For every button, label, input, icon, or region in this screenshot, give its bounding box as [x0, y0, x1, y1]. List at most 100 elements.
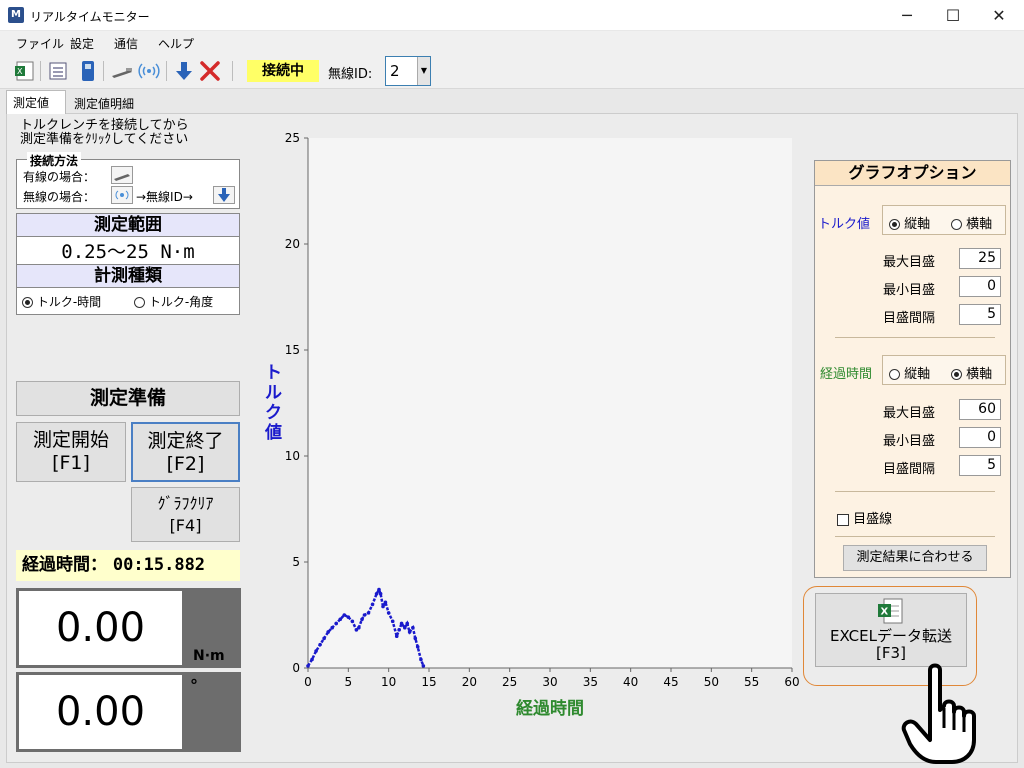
gridlines-checkbox[interactable]: 目盛線 [837, 508, 892, 527]
divider [835, 536, 995, 537]
torque-min-input[interactable]: 0 [959, 276, 1001, 297]
time-vertical-radio[interactable]: 縦軸 [889, 363, 930, 382]
tab-measurement-detail[interactable]: 測定値明細 [68, 92, 148, 113]
start-button-label: 測定開始 [32, 429, 109, 451]
time-max-input[interactable]: 60 [959, 399, 1001, 420]
stop-button-label: 測定終了 [147, 430, 224, 452]
range-heading: 測定範囲 [17, 213, 239, 237]
start-button[interactable]: 測定開始 [F1] [16, 422, 126, 482]
data-point [411, 625, 415, 630]
close-button[interactable]: ✕ [976, 0, 1022, 31]
chevron-down-icon[interactable]: ▼ [417, 57, 430, 85]
wireless-icon[interactable] [137, 59, 161, 83]
y-axis-title-char: ル [265, 383, 282, 403]
time-interval-label: 目盛間隔 [883, 462, 936, 477]
torque-min-label: 最小目盛 [883, 283, 936, 298]
radio-torque-time[interactable]: トルク-時間 [22, 293, 101, 310]
data-point [322, 636, 326, 641]
wired-wrench-icon[interactable] [110, 59, 134, 83]
y-tick-label: 0 [292, 661, 300, 675]
torque-vertical-label: 縦軸 [904, 217, 931, 232]
torque-readout: 0.00 N·m [16, 588, 241, 668]
menu-settings[interactable]: 設定 [70, 35, 94, 52]
radio-torque-time-label: トルク-時間 [36, 295, 102, 309]
data-point [346, 615, 351, 619]
data-point [360, 617, 364, 622]
toolbar: X [0, 53, 1024, 89]
torque-time-chart: 0 5 10 15 20 25 0 5 10 15 20 25 30 35 40 45 50 55 60 経過時間 トル… [264, 131, 800, 719]
torque-horizontal-radio[interactable]: 横軸 [951, 213, 992, 232]
time-min-input[interactable]: 0 [959, 427, 1001, 448]
data-point [378, 592, 383, 596]
radio-selected-icon [22, 297, 33, 308]
menu-bar: ファイル 設定 通信 ヘルプ [0, 31, 1024, 53]
maximize-button[interactable]: ☐ [930, 0, 976, 31]
x-tick-label: 60 [784, 675, 799, 689]
time-vertical-label: 縦軸 [904, 367, 931, 382]
radio-unselected-icon [134, 297, 145, 308]
excel-transfer-key: [F3] [876, 644, 906, 662]
prepare-button[interactable]: 測定準備 [16, 381, 240, 416]
torque-max-label: 最大目盛 [883, 255, 936, 270]
excel-transfer-text: EXCELデータ転送 [830, 627, 952, 645]
list-icon[interactable] [46, 59, 70, 83]
instruction-line-1: トルクレンチを接続してから [20, 118, 189, 133]
divider [835, 337, 995, 338]
data-point [399, 621, 404, 626]
data-point [310, 657, 314, 662]
toolbar-separator [232, 61, 233, 81]
data-point [415, 645, 420, 649]
y-tick-label: 25 [285, 131, 300, 145]
graph-clear-key: [F4] [169, 516, 202, 535]
data-point [405, 621, 410, 626]
time-interval-input[interactable]: 5 [959, 455, 1001, 476]
instruction-line-2: 測定準備をｸﾘｯｸしてください [20, 132, 189, 147]
fit-results-button[interactable]: 測定結果に合わせる [843, 545, 987, 571]
device-icon[interactable] [76, 59, 100, 83]
radio-selected-icon [889, 219, 900, 230]
torque-axis-radio-group: 縦軸 横軸 [882, 205, 1006, 235]
data-point [366, 611, 371, 615]
angle-unit: ° [190, 676, 198, 695]
disconnect-x-icon[interactable] [198, 59, 222, 83]
wireless-id-select[interactable]: 2 ▼ [385, 56, 431, 86]
menu-help[interactable]: ヘルプ [158, 35, 194, 52]
data-point [362, 613, 367, 617]
toolbar-separator [166, 61, 167, 81]
radio-unselected-icon [951, 219, 962, 230]
connection-method-title: 接続方法 [27, 152, 82, 169]
download-arrow-icon[interactable] [172, 59, 196, 83]
stop-button[interactable]: 測定終了 [F2] [131, 422, 240, 482]
wireless-label: 無線の場合： [23, 190, 96, 204]
tab-measurement[interactable]: 測定値 [6, 90, 66, 114]
x-tick-label: 50 [704, 675, 719, 689]
torque-vertical-radio[interactable]: 縦軸 [889, 213, 930, 232]
excel-transfer-button[interactable]: X EXCELデータ転送 [F3] [815, 593, 967, 667]
x-tick-label: 20 [462, 675, 477, 689]
elapsed-time-display: 経過時間： 00:15.882 [16, 550, 240, 581]
graph-clear-button[interactable]: ｸﾞﾗﾌｸﾘｱ [F4] [131, 487, 240, 542]
radio-torque-angle[interactable]: トルク-角度 [134, 293, 213, 310]
data-point [318, 642, 322, 647]
plot-area [308, 138, 792, 668]
graph-options-panel: グラフオプション トルク値 縦軸 横軸 最大目盛 25 最小目盛 0 目盛間隔 … [814, 160, 1011, 578]
data-point [306, 664, 310, 668]
x-tick-label: 40 [623, 675, 638, 689]
torque-horizontal-label: 横軸 [966, 217, 993, 232]
minimize-button[interactable]: ─ [884, 0, 930, 31]
svg-text:X: X [17, 67, 23, 76]
x-tick-label: 15 [421, 675, 436, 689]
data-point [394, 634, 399, 638]
torque-interval-input[interactable]: 5 [959, 304, 1001, 325]
excel-icon[interactable]: X [13, 59, 37, 83]
time-min-label: 最小目盛 [883, 434, 936, 449]
radio-torque-angle-label: トルク-角度 [148, 295, 214, 309]
time-horizontal-radio[interactable]: 横軸 [951, 363, 992, 382]
menu-file[interactable]: ファイル [16, 35, 64, 52]
data-point [314, 649, 318, 653]
data-point [338, 617, 343, 622]
gridlines-label: 目盛線 [853, 512, 893, 527]
download-arrow-icon [213, 186, 235, 204]
torque-max-input[interactable]: 25 [959, 248, 1001, 269]
menu-communication[interactable]: 通信 [114, 35, 138, 52]
